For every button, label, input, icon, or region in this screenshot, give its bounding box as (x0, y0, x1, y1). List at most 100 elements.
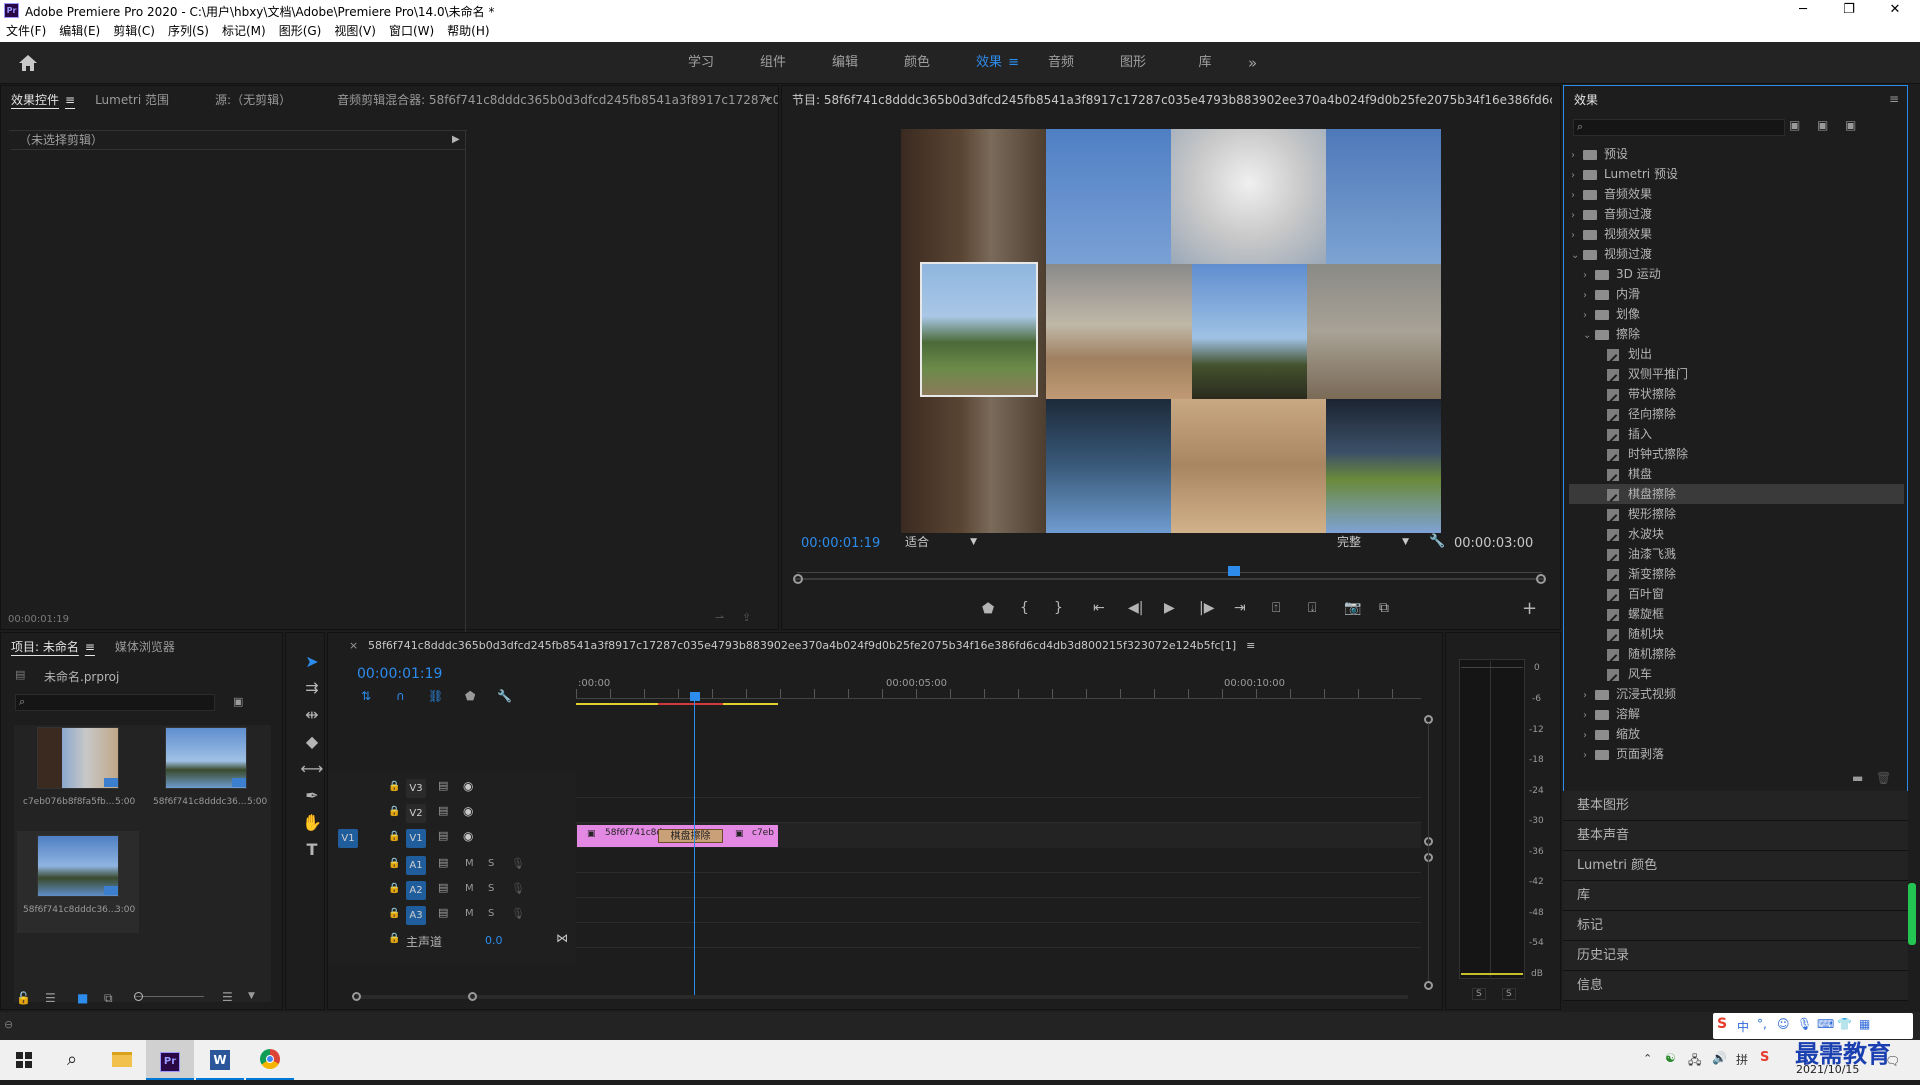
lock-icon[interactable]: 🔒 (388, 781, 400, 792)
punctuation-icon[interactable]: °, (1757, 1017, 1767, 1031)
windows-start-icon[interactable] (0, 1040, 48, 1080)
trash-icon[interactable]: 🗑 (1876, 771, 1891, 785)
timeline-timecode[interactable]: 00:00:01:19 (357, 666, 442, 682)
slip-tool-icon[interactable]: ⟷ (300, 757, 324, 781)
effects-folder[interactable]: › 视频效果 (1569, 224, 1904, 244)
zoom-handle-right[interactable] (1536, 574, 1546, 584)
razor-tool-icon[interactable]: ◆ (300, 730, 324, 754)
workspace-editing[interactable]: 编辑 (809, 42, 881, 84)
play-icon[interactable]: ▶ (1164, 600, 1175, 616)
eye-icon[interactable]: ◉ (463, 779, 473, 793)
program-zoom-bar[interactable] (794, 578, 1544, 580)
menu-marker[interactable]: 标记(M) (222, 21, 266, 42)
panel-essential-graphics[interactable]: 基本图形 (1563, 791, 1908, 821)
time-ruler[interactable] (576, 689, 1421, 699)
project-item[interactable]: c7eb076b8f8fa5fb... 5:00 (17, 727, 139, 829)
effects-item[interactable]: 油漆飞溅 (1569, 544, 1904, 564)
lock-icon[interactable]: 🔒 (388, 858, 400, 869)
effects-item[interactable]: 划出 (1569, 344, 1904, 364)
zoom-handle-left[interactable] (793, 574, 803, 584)
wrench-icon[interactable]: 🔧 (1429, 534, 1445, 549)
lock-icon[interactable]: 🔒 (388, 831, 400, 842)
panel-lumetri-color[interactable]: Lumetri 颜色 (1563, 851, 1908, 881)
track-target-v3[interactable]: V3 (406, 779, 426, 798)
sort-icon[interactable]: ☰ (222, 990, 233, 1004)
source-patch-v1[interactable]: V1 (338, 829, 358, 848)
export-icon[interactable]: ⇪ (742, 611, 751, 624)
effects-item[interactable]: 楔形擦除 (1569, 504, 1904, 524)
effects-item[interactable]: 渐变擦除 (1569, 564, 1904, 584)
tab-media-browser[interactable]: 媒体浏览器 (105, 638, 185, 655)
panel-markers[interactable]: 标记 (1563, 911, 1908, 941)
notification-icon[interactable]: 🗨 (1885, 1054, 1900, 1068)
effects-item[interactable]: 棋盘擦除 (1569, 484, 1904, 504)
solo-right-button[interactable]: S (1502, 988, 1516, 1000)
panel-history[interactable]: 历史记录 (1563, 941, 1908, 971)
effects-folder[interactable]: › 缩放 (1569, 724, 1904, 744)
hand-tool-icon[interactable]: ✋ (300, 811, 324, 835)
panel-essential-sound[interactable]: 基本声音 (1563, 821, 1908, 851)
sync-lock-icon[interactable]: ▤ (438, 829, 448, 842)
transition-block[interactable]: 棋盘擦除 (658, 829, 723, 843)
track-target-v1[interactable]: V1 (406, 829, 426, 848)
solo-button[interactable]: S (488, 858, 494, 869)
menu-view[interactable]: 视图(V) (334, 21, 376, 42)
mute-button[interactable]: M (465, 858, 474, 869)
yuv-effects-icon[interactable]: ▣ (1845, 118, 1856, 132)
effects-folder[interactable]: › Lumetri 预设 (1569, 164, 1904, 184)
grid-icon[interactable]: ▦ (1859, 1017, 1870, 1031)
effects-folder[interactable]: › 溶解 (1569, 704, 1904, 724)
program-title[interactable]: 节目: 58f6f741c8dddc365b0d3dfcd245fb8541a3… (782, 91, 1552, 108)
comparison-view-icon[interactable]: ⧉ (1379, 600, 1389, 616)
volume-icon[interactable]: 🔊 (1712, 1051, 1727, 1065)
chevron-right-icon[interactable]: › (1583, 266, 1595, 286)
close-button[interactable]: ✕ (1872, 0, 1918, 21)
microphone-icon[interactable]: 🎙 (1797, 1017, 1812, 1031)
effects-folder[interactable]: › 3D 运动 (1569, 264, 1904, 284)
chevron-down-icon[interactable]: ⌄ (1583, 326, 1595, 346)
track-area[interactable] (576, 773, 1421, 963)
chevron-right-icon[interactable]: › (1571, 186, 1583, 206)
snap-icon[interactable]: ∩ (396, 689, 405, 703)
go-to-in-icon[interactable]: ⇤ (1093, 600, 1105, 616)
panel-menu-icon[interactable]: ≡ (65, 93, 75, 107)
tab-audio-clip-mixer[interactable]: 音频剪辑混合器: 58f6f741c8dddc365b0d3dfcd245fb8… (327, 91, 778, 108)
pen-tool-icon[interactable]: ✒ (300, 784, 324, 808)
ripple-edit-tool-icon[interactable]: ⇹ (300, 703, 324, 727)
premiere-taskbar-icon[interactable]: Pr (146, 1040, 194, 1080)
solo-button[interactable]: S (488, 883, 494, 894)
zoom-slider-handle[interactable] (134, 992, 143, 1001)
effects-item[interactable]: 双侧平推门 (1569, 364, 1904, 384)
close-sequence-icon[interactable]: × (349, 639, 358, 652)
lock-icon[interactable]: 🔓 (16, 991, 31, 1005)
chevron-right-icon[interactable]: › (1583, 726, 1595, 746)
chrome-taskbar-icon[interactable] (246, 1040, 294, 1080)
step-back-icon[interactable]: ◀| (1128, 600, 1143, 616)
panel-overflow-icon[interactable]: » (763, 92, 771, 107)
tab-project[interactable]: 项目: 未命名 ≡ (1, 638, 105, 655)
chevron-right-icon[interactable]: › (1583, 706, 1595, 726)
sogou-tray-icon[interactable]: S (1760, 1050, 1769, 1065)
menu-file[interactable]: 文件(F) (6, 21, 46, 42)
emoji-icon[interactable]: ☺ (1777, 1017, 1790, 1031)
lock-icon[interactable]: 🔒 (388, 883, 400, 894)
chevron-right-icon[interactable]: › (1571, 226, 1583, 246)
sync-lock-icon[interactable]: ▤ (438, 906, 448, 919)
chevron-right-icon[interactable]: › (1583, 286, 1595, 306)
menu-window[interactable]: 窗口(W) (389, 21, 434, 42)
scroll-handle-right[interactable] (468, 992, 477, 1001)
microphone-icon[interactable]: 🎙 (511, 907, 525, 920)
icon-view-icon[interactable]: ■ (77, 991, 88, 1005)
chevron-down-icon[interactable]: ⌄ (1571, 246, 1583, 266)
tab-source[interactable]: 源:（无剪辑） (205, 91, 301, 108)
lock-icon[interactable]: 🔒 (388, 908, 400, 919)
tray-app-icon[interactable]: ☯ (1665, 1051, 1676, 1065)
nest-toggle-icon[interactable]: ⇅ (361, 689, 371, 703)
master-volume-value[interactable]: 0.0 (485, 934, 503, 947)
lock-icon[interactable]: 🔒 (388, 806, 400, 817)
effects-search-input[interactable]: ⌕ (1573, 119, 1785, 136)
project-item[interactable]: 58f6f741c8dddc36... 3:00 (17, 831, 139, 933)
search-icon[interactable]: ⌕ (48, 1040, 96, 1080)
sync-lock-icon[interactable]: ▤ (438, 881, 448, 894)
tray-chevron-up-icon[interactable]: ⌃ (1643, 1052, 1652, 1065)
